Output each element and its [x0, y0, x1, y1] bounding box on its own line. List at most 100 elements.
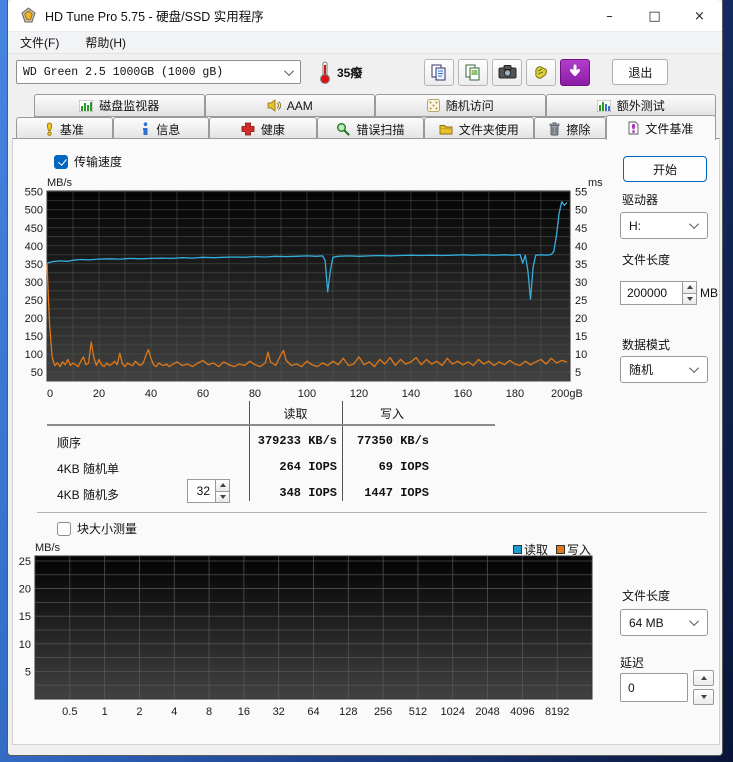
svg-text:15: 15: [19, 611, 31, 623]
spin-down-button[interactable]: [693, 689, 714, 705]
svg-text:20: 20: [19, 584, 31, 596]
tab-error-scan[interactable]: 错误扫描: [317, 117, 424, 140]
spin-up-button[interactable]: [682, 281, 697, 294]
table-row-label: 4KB 随机单: [57, 462, 120, 476]
chevron-down-icon: [284, 65, 295, 76]
maximize-button[interactable]: □: [632, 0, 677, 32]
table-row-write: 1447 IOPS: [364, 486, 429, 500]
app-window: HD Tune Pro 5.75 - 硬盘/SSD 实用程序 – □ × 文件(…: [7, 0, 723, 756]
tab-disk-monitor[interactable]: 磁盘监视器: [34, 94, 205, 117]
svg-text:80: 80: [249, 388, 261, 400]
menu-help[interactable]: 帮助(H): [81, 32, 130, 53]
chevron-down-icon: [689, 219, 700, 230]
arrow-down-icon: [700, 695, 707, 699]
drive-dropdown[interactable]: H:: [620, 212, 708, 239]
spin-up-button[interactable]: [693, 670, 714, 686]
file-benchmark-panel: 传输速度 MB/s ms 550 500 450 400 350 300 250 200 150 10…: [12, 138, 720, 745]
svg-text:4096: 4096: [510, 706, 534, 718]
download-button[interactable]: [560, 58, 591, 86]
svg-text:15: 15: [575, 331, 587, 343]
svg-text:32: 32: [273, 706, 285, 718]
tab-benchmark[interactable]: 基准: [16, 117, 113, 140]
tab-label: 文件夹使用: [458, 122, 519, 137]
checkbox-checked-icon: [54, 154, 68, 169]
block-size-chart: MB/s 25 20 15 10 5 0.5 1 2 4 8 16 32 64 128 256 512 1024 2…: [19, 542, 593, 718]
erase-trash-icon: [549, 122, 560, 136]
chevron-down-icon: [689, 616, 700, 627]
start-button[interactable]: 开始: [623, 156, 707, 182]
delay-spinner: [693, 670, 714, 705]
tab-label: 错误扫描: [356, 122, 405, 137]
table-row-label: 4KB 随机多: [57, 488, 120, 502]
health-cross-icon: [241, 122, 255, 136]
section-separator: [37, 512, 707, 513]
menu-file[interactable]: 文件(F): [16, 32, 63, 53]
tab-erase[interactable]: 擦除: [533, 117, 606, 140]
desktop: HD Tune Pro 5.75 - 硬盘/SSD 实用程序 – □ × 文件(…: [0, 0, 733, 762]
svg-text:20: 20: [93, 388, 105, 400]
copy-text-icon: [431, 64, 446, 81]
tab-health[interactable]: 健康: [208, 117, 318, 140]
svg-text:30: 30: [575, 277, 587, 289]
data-mode-dropdown[interactable]: 随机: [620, 356, 708, 383]
file-length-label: 文件长度: [622, 253, 671, 267]
tab-file-benchmark[interactable]: 文件基准: [605, 115, 717, 140]
svg-text:1: 1: [102, 706, 108, 718]
tab-row-1: 磁盘监视器 AAM 随机访问 额外测试: [8, 94, 722, 117]
svg-text:500: 500: [25, 205, 43, 217]
svg-text:10: 10: [19, 639, 31, 651]
tab-label: 磁盘监视器: [99, 99, 160, 113]
svg-text:64: 64: [307, 706, 319, 718]
save-screenshot-button[interactable]: [492, 58, 523, 86]
window-title: HD Tune Pro 5.75 - 硬盘/SSD 实用程序: [45, 10, 264, 24]
drive-select[interactable]: WD Green 2.5 1000GB (1000 gB): [16, 60, 301, 84]
tab-info[interactable]: 信息: [112, 117, 209, 140]
tab-extra-tests[interactable]: 额外测试: [545, 94, 716, 117]
drive-label: 驱动器: [622, 193, 659, 207]
svg-text:100: 100: [298, 388, 316, 400]
copy-text-button[interactable]: [424, 58, 455, 86]
tab-row-2: 基准 信息 健康 错误扫描 文件夹使用 擦除 文件基准: [8, 115, 722, 140]
menu-bar: 文件(F) 帮助(H): [8, 32, 722, 54]
file-length-spinner[interactable]: 200000: [620, 281, 697, 305]
random-access-icon: [426, 99, 440, 112]
benchmark-icon: [46, 122, 52, 136]
camera-icon: [498, 65, 517, 79]
tab-aam[interactable]: AAM: [204, 94, 375, 117]
hand-icon: [535, 66, 548, 79]
tab-folder-usage[interactable]: 文件夹使用: [423, 117, 534, 140]
svg-text:8: 8: [206, 706, 212, 718]
exit-button[interactable]: 退出: [612, 59, 669, 85]
table-header-read: 读取: [283, 407, 308, 421]
queue-depth-value[interactable]: 32: [187, 479, 215, 503]
delay-input[interactable]: 0: [620, 673, 688, 702]
transfer-speed-checkbox[interactable]: 传输速度: [54, 153, 122, 170]
arrow-up-icon: [686, 285, 693, 290]
svg-text:8192: 8192: [545, 706, 569, 718]
svg-text:400: 400: [25, 241, 43, 253]
tab-random-access[interactable]: 随机访问: [375, 94, 546, 117]
svg-text:256: 256: [374, 706, 392, 718]
checkbox-unchecked-icon: [57, 521, 71, 536]
disk-monitor-icon: [79, 99, 94, 112]
svg-text:MB/s: MB/s: [35, 542, 61, 554]
info-icon: [143, 122, 148, 135]
svg-text:140: 140: [402, 388, 420, 400]
spin-down-button[interactable]: [682, 293, 697, 305]
svg-text:0.5: 0.5: [62, 706, 77, 718]
minimize-button[interactable]: –: [587, 0, 632, 32]
block-file-length-dropdown[interactable]: 64 MB: [620, 609, 708, 636]
copy-image-button[interactable]: [458, 58, 489, 86]
file-length-unit: MB: [700, 286, 718, 300]
svg-text:128: 128: [339, 706, 357, 718]
close-button[interactable]: ×: [677, 0, 722, 32]
file-length-value[interactable]: 200000: [620, 281, 682, 305]
svg-text:1024: 1024: [441, 706, 465, 718]
block-size-checkbox[interactable]: 块大小测量: [57, 520, 137, 537]
block-file-length-label: 文件长度: [622, 589, 671, 603]
svg-text:ms: ms: [588, 177, 603, 189]
block-file-length-value: 64 MB: [629, 615, 664, 630]
thermometer-icon: [320, 61, 330, 84]
svg-text:10: 10: [575, 349, 587, 361]
hand-button[interactable]: [526, 58, 557, 86]
